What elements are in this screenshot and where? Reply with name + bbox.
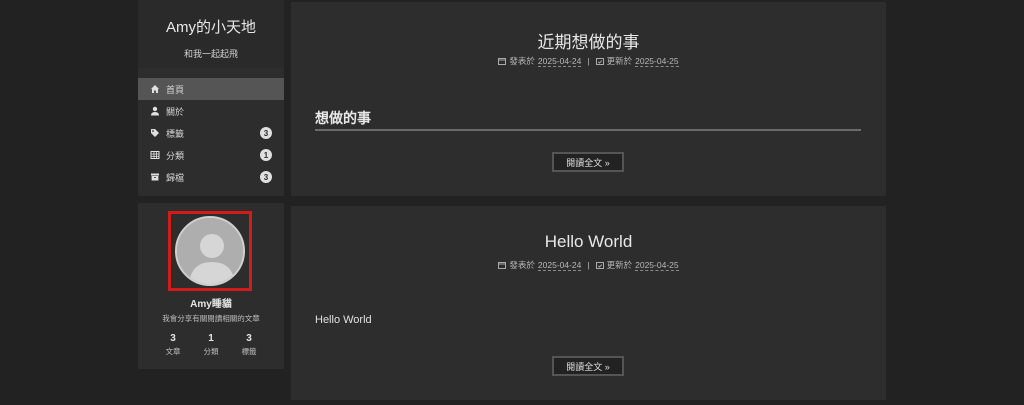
site-stats: 3 文章 1 分類 3 標籤 bbox=[138, 333, 284, 357]
menu-item-tags[interactable]: 標籤 3 bbox=[138, 122, 284, 144]
menu-item-label: 分類 bbox=[166, 150, 185, 161]
stat-label: 文章 bbox=[165, 347, 181, 356]
avatar-highlight bbox=[168, 211, 252, 291]
post-card: 近期想做的事 發表於 2025-04-24 | 更新於 2025-04-25 想… bbox=[291, 2, 886, 196]
calendar-check-icon bbox=[595, 58, 604, 65]
calendar-check-icon bbox=[595, 262, 604, 269]
posted-date: 2025-04-24 bbox=[537, 259, 582, 271]
home-icon bbox=[150, 84, 160, 94]
menu-badge: 3 bbox=[260, 171, 272, 183]
post-excerpt: Hello World bbox=[315, 314, 372, 326]
stat-count: 1 bbox=[208, 333, 214, 344]
updated-date: 2025-04-25 bbox=[635, 55, 679, 67]
post-heading: 想做的事 bbox=[315, 108, 861, 131]
stat-categories[interactable]: 1 分類 bbox=[199, 333, 223, 357]
read-more-button[interactable]: 閱讀全文 » bbox=[552, 356, 624, 376]
author-profile: Amy睡貓 我會分享有關閱讀相關的文章 3 文章 1 分類 3 標籤 bbox=[138, 203, 284, 369]
menu-item-home[interactable]: 首頁 bbox=[138, 78, 284, 100]
sidebar-menu: 首頁 關於 標籤 3 分類 1 歸檔 3 bbox=[138, 68, 284, 196]
menu-item-categories[interactable]: 分類 1 bbox=[138, 144, 284, 166]
grid-icon bbox=[150, 150, 160, 160]
updated-label: 更新於 bbox=[606, 56, 633, 66]
archive-icon bbox=[150, 172, 160, 182]
meta-divider: | bbox=[587, 56, 590, 66]
default-avatar-icon bbox=[177, 218, 243, 284]
posted-label: 發表於 bbox=[509, 260, 535, 270]
updated-label: 更新於 bbox=[606, 260, 633, 270]
site-title[interactable]: Amy的小天地 bbox=[138, 16, 284, 37]
stat-label: 分類 bbox=[203, 347, 219, 356]
meta-divider: | bbox=[587, 260, 590, 270]
menu-item-label: 歸檔 bbox=[166, 172, 185, 183]
site-subtitle: 和我一起起飛 bbox=[183, 49, 238, 59]
site-brand: Amy的小天地 和我一起起飛 bbox=[138, 0, 284, 68]
author-description: 我會分享有關閱讀相關的文章 bbox=[162, 314, 260, 323]
menu-item-label: 關於 bbox=[166, 106, 185, 117]
stat-count: 3 bbox=[246, 333, 252, 344]
stat-tags[interactable]: 3 標籤 bbox=[237, 333, 261, 357]
calendar-icon bbox=[498, 58, 507, 65]
read-more-button[interactable]: 閱讀全文 » bbox=[552, 152, 624, 172]
menu-badge: 1 bbox=[260, 149, 272, 161]
post-meta: 發表於 2025-04-24 | 更新於 2025-04-25 bbox=[291, 259, 886, 271]
posted-label: 發表於 bbox=[509, 56, 535, 66]
menu-badge: 3 bbox=[260, 127, 272, 139]
posted-date: 2025-04-24 bbox=[537, 55, 582, 67]
author-name: Amy睡貓 bbox=[190, 299, 232, 310]
stat-count: 3 bbox=[170, 333, 176, 344]
post-meta: 發表於 2025-04-24 | 更新於 2025-04-25 bbox=[291, 55, 886, 67]
menu-item-about[interactable]: 關於 bbox=[138, 100, 284, 122]
calendar-icon bbox=[498, 262, 507, 269]
post-title[interactable]: Hello World bbox=[291, 232, 886, 252]
menu-item-label: 標籤 bbox=[166, 128, 185, 139]
avatar[interactable] bbox=[175, 216, 245, 286]
post-title[interactable]: 近期想做的事 bbox=[291, 28, 886, 53]
tag-icon bbox=[150, 128, 160, 138]
user-icon bbox=[150, 106, 160, 116]
stat-posts[interactable]: 3 文章 bbox=[161, 333, 185, 357]
updated-date: 2025-04-25 bbox=[635, 259, 679, 271]
menu-item-archives[interactable]: 歸檔 3 bbox=[138, 166, 284, 188]
stat-label: 標籤 bbox=[241, 347, 257, 356]
post-card: Hello World 發表於 2025-04-24 | 更新於 2025-04… bbox=[291, 206, 886, 400]
menu-item-label: 首頁 bbox=[166, 84, 185, 95]
